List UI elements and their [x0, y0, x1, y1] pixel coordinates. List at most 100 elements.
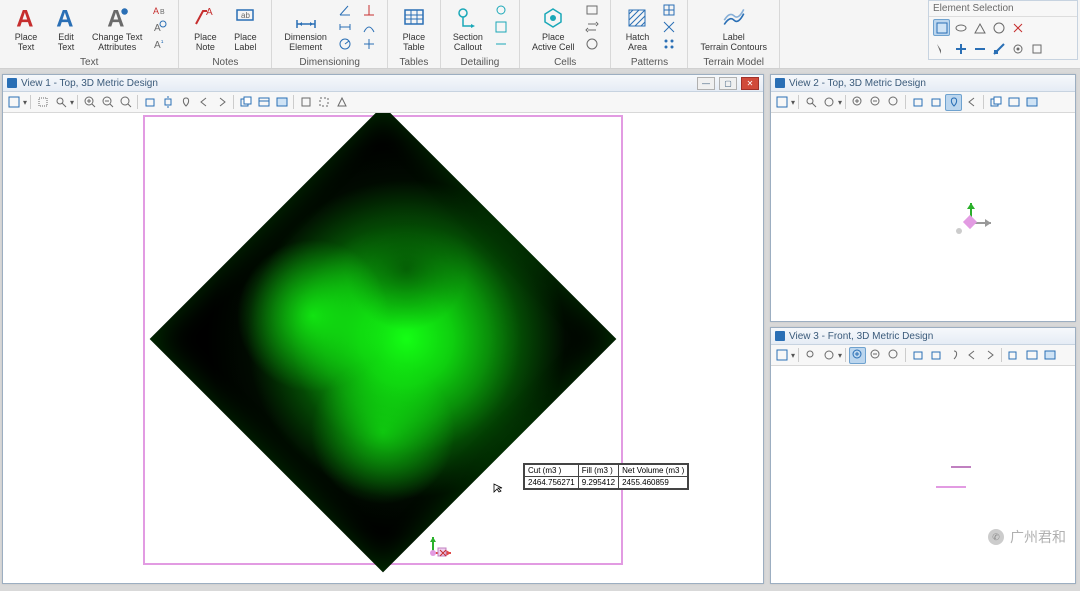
view-3-canvas[interactable] — [771, 366, 1075, 583]
copy-view-button[interactable] — [1005, 347, 1022, 364]
cell-lib-button[interactable] — [582, 2, 602, 18]
clip-volume-button[interactable] — [297, 94, 314, 111]
es-opt-6-button[interactable] — [1028, 40, 1045, 57]
close-button[interactable]: ✕ — [741, 77, 759, 90]
view-display-button[interactable] — [255, 94, 272, 111]
hatch-area-button[interactable]: HatchArea — [619, 2, 655, 55]
axis-triad[interactable] — [951, 193, 1001, 243]
zoom-extents-button[interactable] — [117, 94, 134, 111]
label-terrain-contours-button[interactable]: LabelTerrain Contours — [696, 2, 771, 55]
zoom-out-button[interactable] — [99, 94, 116, 111]
es-opt-2-button[interactable] — [952, 40, 969, 57]
detail-icon — [494, 3, 508, 17]
dim-ord-button[interactable] — [359, 2, 379, 18]
view-1-canvas[interactable]: Cut (m3 ) Fill (m3 ) Net Volume (m3 ) 24… — [3, 113, 763, 583]
clip-mask-button[interactable] — [315, 94, 332, 111]
minimize-button[interactable]: — — [697, 77, 715, 90]
view-levels-button[interactable] — [1041, 347, 1058, 364]
view-prev-button[interactable] — [195, 94, 212, 111]
pattern-2-button[interactable] — [659, 19, 679, 35]
rotate-view-button[interactable] — [909, 94, 926, 111]
place-text-button[interactable]: A PlaceText — [8, 2, 44, 55]
copy-view-button[interactable] — [237, 94, 254, 111]
fit-view-button[interactable] — [802, 94, 819, 111]
view-1-titlebar[interactable]: View 1 - Top, 3D Metric Design — ▢ ✕ — [3, 75, 763, 92]
walk-button[interactable] — [177, 94, 194, 111]
dimension-element-button[interactable]: DimensionElement — [280, 2, 331, 55]
pan-view-button[interactable] — [159, 94, 176, 111]
view-prev-button[interactable] — [963, 94, 980, 111]
fit-view-button[interactable] — [802, 347, 819, 364]
zoom-out-button[interactable] — [867, 347, 884, 364]
dim-radial-button[interactable] — [335, 36, 355, 52]
radial-dim-icon — [338, 37, 352, 51]
zoom-extents-button[interactable] — [885, 347, 902, 364]
text-style-1-button[interactable]: AB — [150, 2, 170, 18]
rotate-view-button[interactable] — [909, 347, 926, 364]
view-perspective-button[interactable] — [333, 94, 350, 111]
es-opt-4-button[interactable] — [990, 40, 1007, 57]
view-next-button[interactable] — [213, 94, 230, 111]
zoom-in-button[interactable] — [81, 94, 98, 111]
zoom-window-button[interactable] — [34, 94, 51, 111]
pan-view-button[interactable] — [927, 94, 944, 111]
display-style-button[interactable] — [820, 347, 837, 364]
zoom-in-button[interactable] — [849, 94, 866, 111]
section-callout-button[interactable]: SectionCallout — [449, 2, 487, 55]
svg-text:A: A — [153, 6, 159, 16]
view-display-button[interactable] — [1005, 94, 1022, 111]
detail-2-button[interactable] — [491, 19, 511, 35]
ribbon-group-detailing: SectionCallout Detailing — [441, 0, 520, 68]
fit-view-button[interactable] — [52, 94, 69, 111]
walk-button[interactable] — [945, 94, 962, 111]
dim-angle-button[interactable] — [335, 2, 355, 18]
copy-view-button[interactable] — [987, 94, 1004, 111]
detail-3-button[interactable] — [491, 36, 511, 52]
view-attr-button[interactable] — [773, 94, 790, 111]
change-text-attributes-button[interactable]: A Change TextAttributes — [88, 2, 146, 55]
es-opt-1-button[interactable] — [933, 40, 950, 57]
es-mode-1-button[interactable] — [933, 19, 950, 36]
es-mode-2-button[interactable] — [952, 19, 969, 36]
text-style-2-button[interactable]: A — [150, 19, 170, 35]
zoom-in-button[interactable] — [849, 347, 866, 364]
detail-1-button[interactable] — [491, 2, 511, 18]
view-prev-button[interactable] — [963, 347, 980, 364]
cell-define-button[interactable] — [582, 36, 602, 52]
edit-text-button[interactable]: A EditText — [48, 2, 84, 55]
text-style-3-button[interactable]: A¹ — [150, 36, 170, 52]
walk-button[interactable] — [945, 347, 962, 364]
place-active-cell-button[interactable]: PlaceActive Cell — [528, 2, 579, 55]
pan-view-button[interactable] — [927, 347, 944, 364]
es-opt-5-button[interactable] — [1009, 40, 1026, 57]
view-3-titlebar[interactable]: View 3 - Front, 3D Metric Design — [771, 328, 1075, 345]
view-display-button[interactable] — [1023, 347, 1040, 364]
view-levels-button[interactable] — [1023, 94, 1040, 111]
view-attr-button[interactable] — [5, 94, 22, 111]
view-2-canvas[interactable] — [771, 113, 1075, 321]
view-2-titlebar[interactable]: View 2 - Top, 3D Metric Design — [771, 75, 1075, 92]
dim-arc-button[interactable] — [359, 19, 379, 35]
zoom-out-button[interactable] — [867, 94, 884, 111]
maximize-button[interactable]: ▢ — [719, 77, 737, 90]
es-mode-4-button[interactable] — [990, 19, 1007, 36]
es-mode-3-button[interactable] — [971, 19, 988, 36]
pattern-1-button[interactable] — [659, 2, 679, 18]
view-levels-button[interactable] — [273, 94, 290, 111]
es-opt-3-button[interactable] — [971, 40, 988, 57]
dim-center-button[interactable] — [359, 36, 379, 52]
ribbon-group-text: A PlaceText A EditText A Change TextAttr… — [0, 0, 179, 68]
display-style-button[interactable] — [820, 94, 837, 111]
view-next-button[interactable] — [981, 347, 998, 364]
place-note-button[interactable]: A PlaceNote — [187, 2, 223, 55]
dim-linear-button[interactable] — [335, 19, 355, 35]
rotate-view-button[interactable] — [141, 94, 158, 111]
cell-replace-button[interactable] — [582, 19, 602, 35]
place-label-button[interactable]: ab PlaceLabel — [227, 2, 263, 55]
view-attr-button[interactable] — [773, 347, 790, 364]
pattern-3-button[interactable] — [659, 36, 679, 52]
es-mode-5-button[interactable] — [1009, 19, 1026, 36]
place-table-button[interactable]: PlaceTable — [396, 2, 432, 55]
axis-triad[interactable] — [421, 531, 461, 561]
zoom-extents-button[interactable] — [885, 94, 902, 111]
